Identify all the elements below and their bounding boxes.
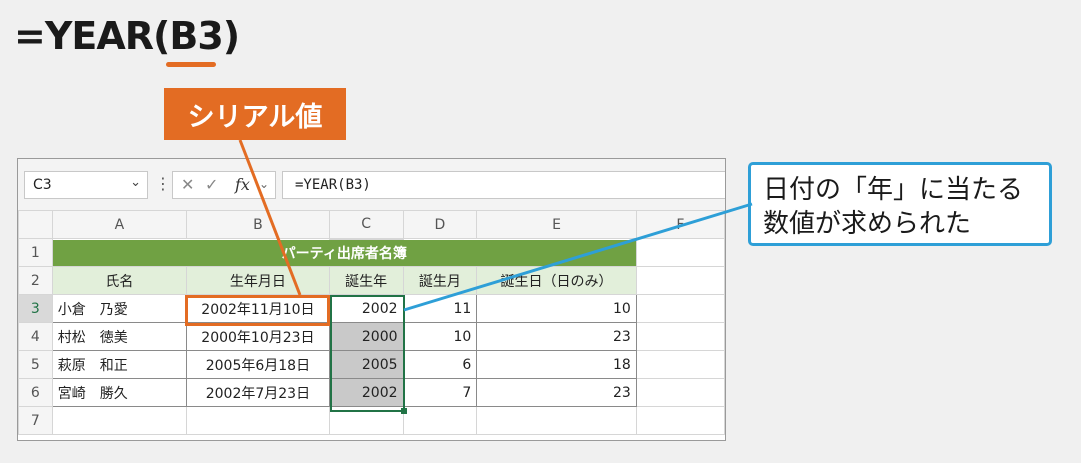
- cell[interactable]: [402, 406, 478, 435]
- column-header-c[interactable]: C: [328, 210, 404, 240]
- spreadsheet-grid: A B C D E F 1 パーティ出席者名簿 2 氏名 生年月日 誕生年 誕生…: [18, 210, 725, 435]
- check-icon[interactable]: ✓: [205, 175, 218, 194]
- more-vertical-icon[interactable]: ⋮: [155, 174, 171, 193]
- column-header-d[interactable]: D: [402, 210, 478, 239]
- table-row: 3 小倉 乃愛 2002年11月10日 2002 11 10: [18, 294, 725, 323]
- column-header-e[interactable]: E: [476, 210, 637, 239]
- select-all-corner[interactable]: [18, 210, 53, 239]
- cell-birthdate[interactable]: 2002年7月23日: [186, 378, 330, 407]
- cell-day[interactable]: 10: [476, 294, 637, 323]
- cell[interactable]: [186, 406, 330, 435]
- callout-line-2: 数値が求められた: [763, 209, 972, 239]
- cell-month[interactable]: 10: [402, 322, 478, 351]
- row-header[interactable]: 4: [18, 322, 53, 351]
- cell[interactable]: [635, 238, 725, 267]
- cell[interactable]: [328, 406, 404, 435]
- cell-name[interactable]: 萩原 和正: [51, 350, 188, 379]
- name-box[interactable]: C3 ⌄: [24, 171, 148, 199]
- cancel-icon[interactable]: ✕: [181, 175, 194, 194]
- cell[interactable]: [635, 294, 725, 323]
- formula-arg: B3: [169, 14, 223, 58]
- cell-name[interactable]: 村松 徳美: [51, 322, 188, 351]
- table-row: 1 パーティ出席者名簿: [18, 238, 725, 267]
- chevron-down-icon[interactable]: ⌄: [259, 177, 269, 191]
- column-header-f[interactable]: F: [635, 210, 725, 239]
- header-cell-year[interactable]: 誕生年: [328, 266, 404, 295]
- table-row: 5 萩原 和正 2005年6月18日 2005 6 18: [18, 350, 725, 379]
- callout-line-1: 日付の「年」に当たる: [763, 175, 1024, 205]
- insert-function-icon[interactable]: fx: [235, 175, 250, 194]
- formula-title: =YEAR(B3): [14, 14, 240, 58]
- formula-actions: ✕ ✓ fx ⌄: [172, 171, 276, 199]
- cell[interactable]: [635, 378, 725, 407]
- result-callout: 日付の「年」に当たる 数値が求められた: [748, 162, 1052, 246]
- cell-day[interactable]: 23: [476, 322, 637, 351]
- column-header-b[interactable]: B: [186, 210, 330, 239]
- arg-underline: [166, 62, 216, 67]
- column-header-a[interactable]: A: [51, 210, 188, 239]
- cell-name[interactable]: 宮崎 勝久: [51, 378, 188, 407]
- row-header[interactable]: 5: [18, 350, 53, 379]
- header-cell-birthdate[interactable]: 生年月日: [186, 266, 330, 295]
- chevron-down-icon[interactable]: ⌄: [130, 175, 141, 190]
- table-row: 4 村松 徳美 2000年10月23日 2000 10 23: [18, 322, 725, 351]
- cell-year-selected[interactable]: 2002: [328, 294, 404, 323]
- cell-year[interactable]: 2002: [328, 378, 404, 407]
- row-header[interactable]: 1: [18, 238, 53, 267]
- serial-value-label: シリアル値: [164, 88, 346, 140]
- cell-name[interactable]: 小倉 乃愛: [51, 294, 188, 323]
- row-header[interactable]: 6: [18, 378, 53, 407]
- sheet-title-cell[interactable]: パーティ出席者名簿: [51, 238, 637, 267]
- table-row: 7: [18, 406, 725, 435]
- cell-month[interactable]: 6: [402, 350, 478, 379]
- header-cell-day[interactable]: 誕生日（日のみ）: [476, 266, 637, 295]
- cell[interactable]: [476, 406, 637, 435]
- formula-prefix: =YEAR(: [14, 14, 170, 58]
- name-box-value: C3: [33, 177, 52, 193]
- table-row: 6 宮崎 勝久 2002年7月23日 2002 7 23: [18, 378, 725, 407]
- cell-day[interactable]: 23: [476, 378, 637, 407]
- cell[interactable]: [635, 266, 725, 295]
- cell[interactable]: [635, 350, 725, 379]
- table-row: 2 氏名 生年月日 誕生年 誕生月 誕生日（日のみ）: [18, 266, 725, 295]
- cell-birthdate[interactable]: 2005年6月18日: [186, 350, 330, 379]
- excel-window: C3 ⌄ ⋮ ✕ ✓ fx ⌄ =YEAR(B3) A B C D E F 1 パ…: [17, 158, 726, 441]
- cell[interactable]: [635, 406, 725, 435]
- formula-bar: C3 ⌄ ⋮ ✕ ✓ fx ⌄ =YEAR(B3): [18, 159, 725, 210]
- row-header[interactable]: 3: [18, 294, 53, 323]
- cell-birthdate[interactable]: 2000年10月23日: [186, 322, 330, 351]
- row-header[interactable]: 7: [18, 406, 53, 435]
- cell[interactable]: [635, 322, 725, 351]
- header-cell-month[interactable]: 誕生月: [402, 266, 478, 295]
- header-cell-name[interactable]: 氏名: [51, 266, 188, 295]
- formula-input[interactable]: =YEAR(B3): [282, 171, 725, 199]
- cell-day[interactable]: 18: [476, 350, 637, 379]
- column-header-row: A B C D E F: [18, 210, 725, 240]
- cell-month[interactable]: 11: [402, 294, 478, 323]
- cell-month[interactable]: 7: [402, 378, 478, 407]
- fill-handle[interactable]: [401, 408, 407, 414]
- cell[interactable]: [51, 406, 188, 435]
- formula-suffix: ): [222, 14, 240, 58]
- serial-highlight-box: [185, 295, 330, 326]
- cell-year[interactable]: 2005: [328, 350, 404, 379]
- cell-year[interactable]: 2000: [328, 322, 404, 351]
- row-header[interactable]: 2: [18, 266, 53, 295]
